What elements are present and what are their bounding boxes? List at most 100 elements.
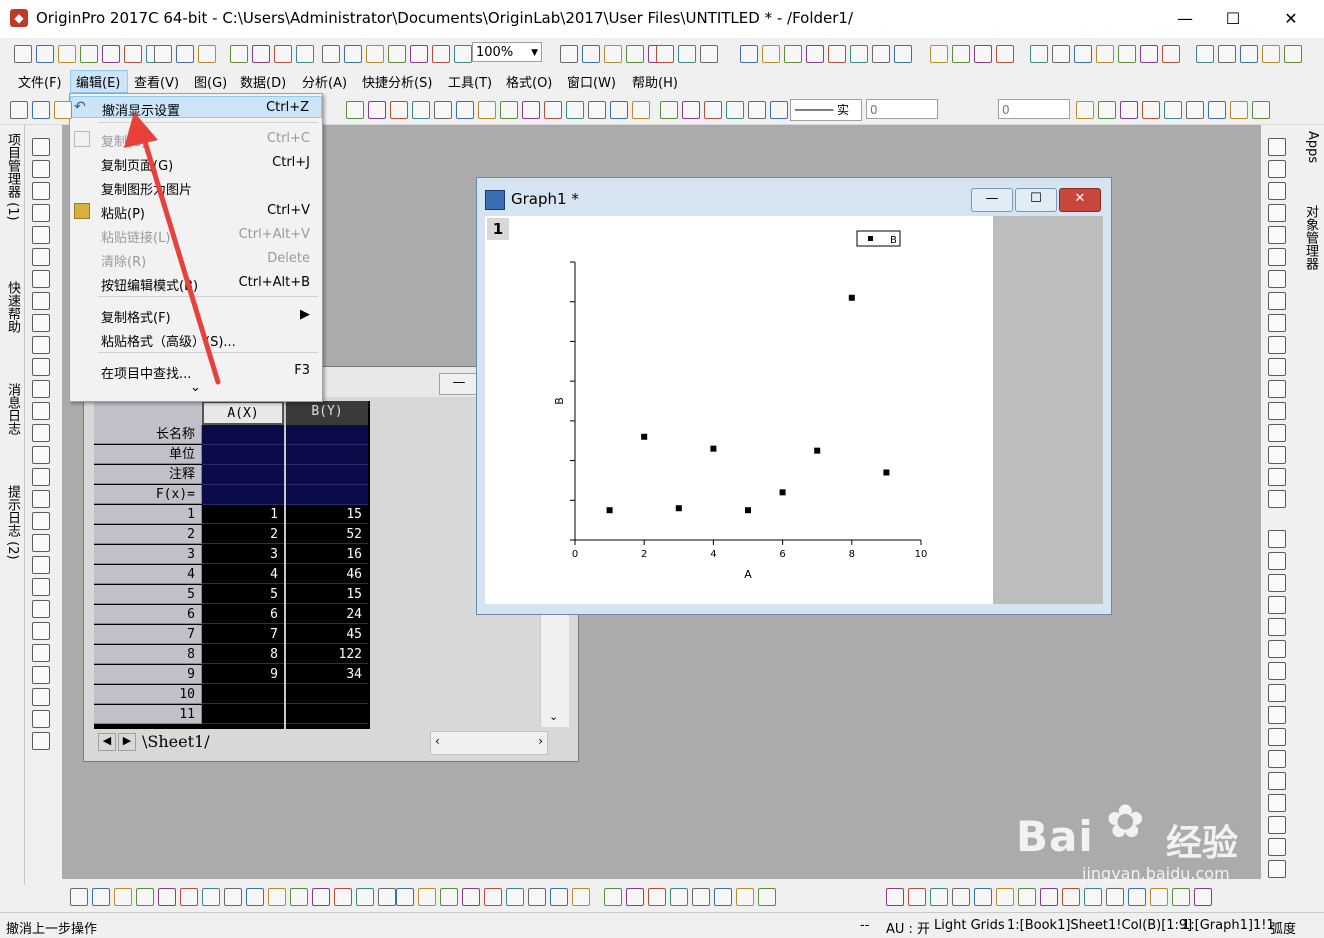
minimize-button[interactable]: — [1162, 4, 1208, 34]
standard-tool-icon[interactable] [806, 45, 824, 63]
standard-tool-icon[interactable] [996, 45, 1014, 63]
cell-b[interactable]: 16 [286, 545, 368, 564]
bottom-tool-icon[interactable] [484, 888, 502, 906]
format-tool-icon[interactable] [478, 101, 496, 119]
left-tool-icon[interactable] [32, 578, 50, 596]
format-tool-icon[interactable] [660, 101, 678, 119]
graph-minimize-button[interactable]: — [971, 188, 1013, 212]
standard-tool-icon[interactable] [1240, 45, 1258, 63]
standard-tool-icon[interactable] [1140, 45, 1158, 63]
right-tool-icon[interactable] [1268, 314, 1286, 332]
standard-tool-icon[interactable] [102, 45, 120, 63]
standard-tool-icon[interactable] [198, 45, 216, 63]
standard-tool-icon[interactable] [176, 45, 194, 63]
cell-b[interactable]: 46 [286, 565, 368, 584]
bottom-tool-icon[interactable] [1040, 888, 1058, 906]
cell-a[interactable]: 1 [202, 505, 284, 524]
cell-b[interactable]: 24 [286, 605, 368, 624]
row-header[interactable]: 9 [94, 665, 202, 684]
format-tool-icon[interactable] [544, 101, 562, 119]
menu-item-10[interactable]: 帮助(H) [632, 72, 678, 91]
right-tool-icon[interactable] [1268, 706, 1286, 724]
cell-a[interactable]: 9 [202, 665, 284, 684]
bottom-tool-icon[interactable] [1062, 888, 1080, 906]
format-tool-icon[interactable] [54, 101, 72, 119]
format-tool-icon[interactable] [1252, 101, 1270, 119]
right-tool-icon[interactable] [1268, 618, 1286, 636]
right-tool-icon[interactable] [1268, 358, 1286, 376]
bottom-tool-icon[interactable] [930, 888, 948, 906]
standard-tool-icon[interactable] [784, 45, 802, 63]
left-tool-icon[interactable] [32, 644, 50, 662]
standard-tool-icon[interactable] [762, 45, 780, 63]
format-tool-icon[interactable] [1142, 101, 1160, 119]
status-au[interactable]: AU : 开 [886, 918, 930, 937]
format-tool-icon[interactable] [412, 101, 430, 119]
bottom-tool-icon[interactable] [1018, 888, 1036, 906]
menu-item-4[interactable]: 数据(D) [240, 72, 286, 91]
format-tool-icon[interactable] [456, 101, 474, 119]
cell-a[interactable]: 6 [202, 605, 284, 624]
maximize-button[interactable]: ☐ [1210, 4, 1256, 34]
right-tool-icon[interactable] [1268, 684, 1286, 702]
format-tool-icon[interactable] [682, 101, 700, 119]
right-tool-icon[interactable] [1268, 292, 1286, 310]
bottom-tool-icon[interactable] [952, 888, 970, 906]
row-header[interactable]: 4 [94, 565, 202, 584]
menu-item-1[interactable]: 编辑(E) [76, 72, 120, 91]
format-tool-icon[interactable] [346, 101, 364, 119]
standard-tool-icon[interactable] [1052, 45, 1070, 63]
standard-tool-icon[interactable] [410, 45, 428, 63]
horizontal-scrollbar[interactable]: ‹ › [430, 731, 548, 755]
meta-cell-b[interactable] [286, 465, 368, 485]
cell-b[interactable] [286, 705, 368, 724]
menu-item-0[interactable]: 文件(F) [18, 72, 62, 91]
row-header[interactable]: 2 [94, 525, 202, 544]
cell-a[interactable] [202, 685, 284, 704]
standard-tool-icon[interactable] [230, 45, 248, 63]
bottom-tool-icon[interactable] [462, 888, 480, 906]
graph-page[interactable]: 0 2 4 6 8 10 A B B [485, 216, 993, 604]
bottom-tool-icon[interactable] [440, 888, 458, 906]
graph-maximize-button[interactable]: ☐ [1015, 188, 1057, 212]
standard-tool-icon[interactable] [80, 45, 98, 63]
left-tool-icon[interactable] [32, 358, 50, 376]
meta-cell-b[interactable] [286, 425, 368, 445]
column-header-b[interactable]: B(Y) [286, 401, 368, 425]
right-tool-icon[interactable] [1268, 530, 1286, 548]
standard-tool-icon[interactable] [700, 45, 718, 63]
tab-hint-log[interactable]: 提示日志 (2) [2, 485, 22, 560]
standard-tool-icon[interactable] [432, 45, 450, 63]
bottom-tool-icon[interactable] [648, 888, 666, 906]
left-tool-icon[interactable] [32, 732, 50, 750]
scatter-plot[interactable]: 0 2 4 6 8 10 A B B [485, 216, 993, 604]
standard-tool-icon[interactable] [454, 45, 472, 63]
right-tool-icon[interactable] [1268, 160, 1286, 178]
right-tool-icon[interactable] [1268, 640, 1286, 658]
format-tool-icon[interactable] [566, 101, 584, 119]
size-combo-1[interactable]: 0 [866, 99, 938, 119]
standard-tool-icon[interactable] [560, 45, 578, 63]
cell-b[interactable]: 15 [286, 505, 368, 524]
standard-tool-icon[interactable] [366, 45, 384, 63]
bottom-tool-icon[interactable] [356, 888, 374, 906]
graph-window[interactable]: Graph1 * — ☐ ✕ 0 2 4 6 8 10 A B B 1 [476, 177, 1112, 615]
bottom-tool-icon[interactable] [1084, 888, 1102, 906]
worksheet-grid[interactable]: A(X) B(Y) 长名称 单位 注释 F(x)= 1 1 15 2 2 52 3 3 16 4 4 46 5 5 15… [94, 401, 370, 729]
meta-row-header[interactable]: 单位 [94, 445, 202, 464]
scroll-left-icon[interactable]: ‹ [435, 734, 440, 748]
right-tool-icon[interactable] [1268, 424, 1286, 442]
bottom-tool-icon[interactable] [1128, 888, 1146, 906]
bottom-tool-icon[interactable] [136, 888, 154, 906]
cell-b[interactable]: 45 [286, 625, 368, 644]
meta-cell-a[interactable] [202, 445, 284, 465]
right-tool-icon[interactable] [1268, 596, 1286, 614]
right-tool-icon[interactable] [1268, 380, 1286, 398]
bottom-tool-icon[interactable] [604, 888, 622, 906]
standard-tool-icon[interactable] [974, 45, 992, 63]
cell-a[interactable] [202, 705, 284, 724]
bottom-tool-icon[interactable] [418, 888, 436, 906]
meta-cell-b[interactable] [286, 485, 368, 505]
standard-tool-icon[interactable] [626, 45, 644, 63]
bottom-tool-icon[interactable] [736, 888, 754, 906]
